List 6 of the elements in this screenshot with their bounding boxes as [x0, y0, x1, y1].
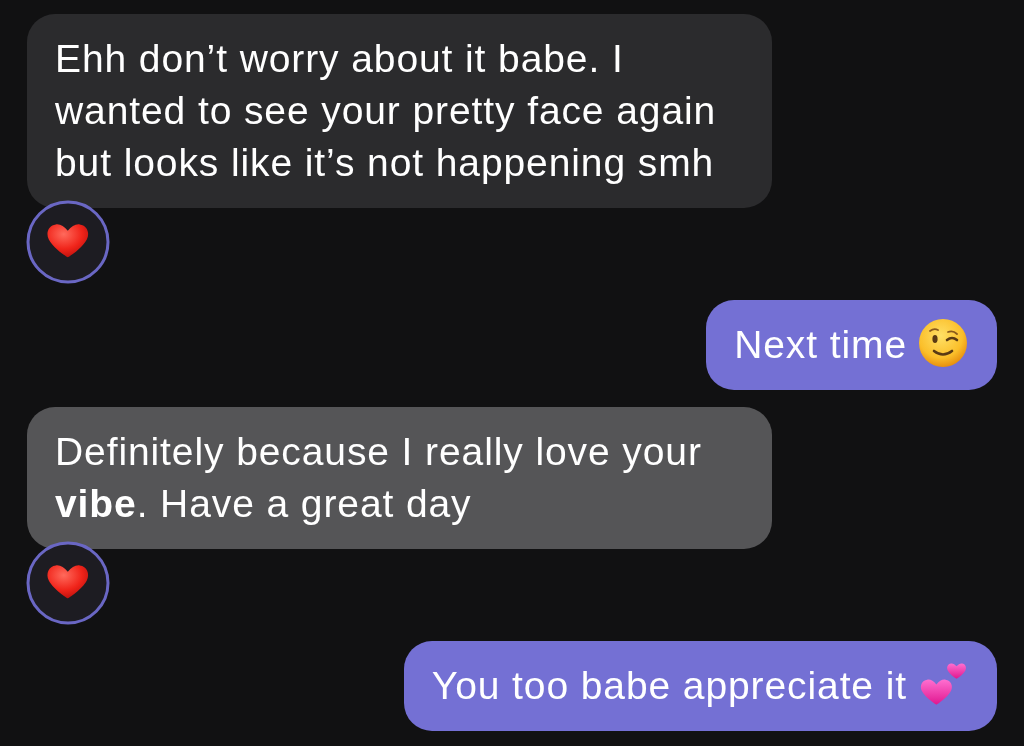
- message-text: Next time: [734, 323, 907, 366]
- message-text: Definitely because I really love your vibe. Have a great day: [55, 430, 702, 525]
- heart-reaction-icon[interactable]: [26, 541, 110, 625]
- heart-reaction-icon[interactable]: [26, 200, 110, 284]
- message-text: Ehh don’t worry about it babe. I wanted to see your pretty face again but looks like it’s not happening smh: [55, 37, 717, 184]
- message-text: You too babe appreciate it: [431, 664, 907, 707]
